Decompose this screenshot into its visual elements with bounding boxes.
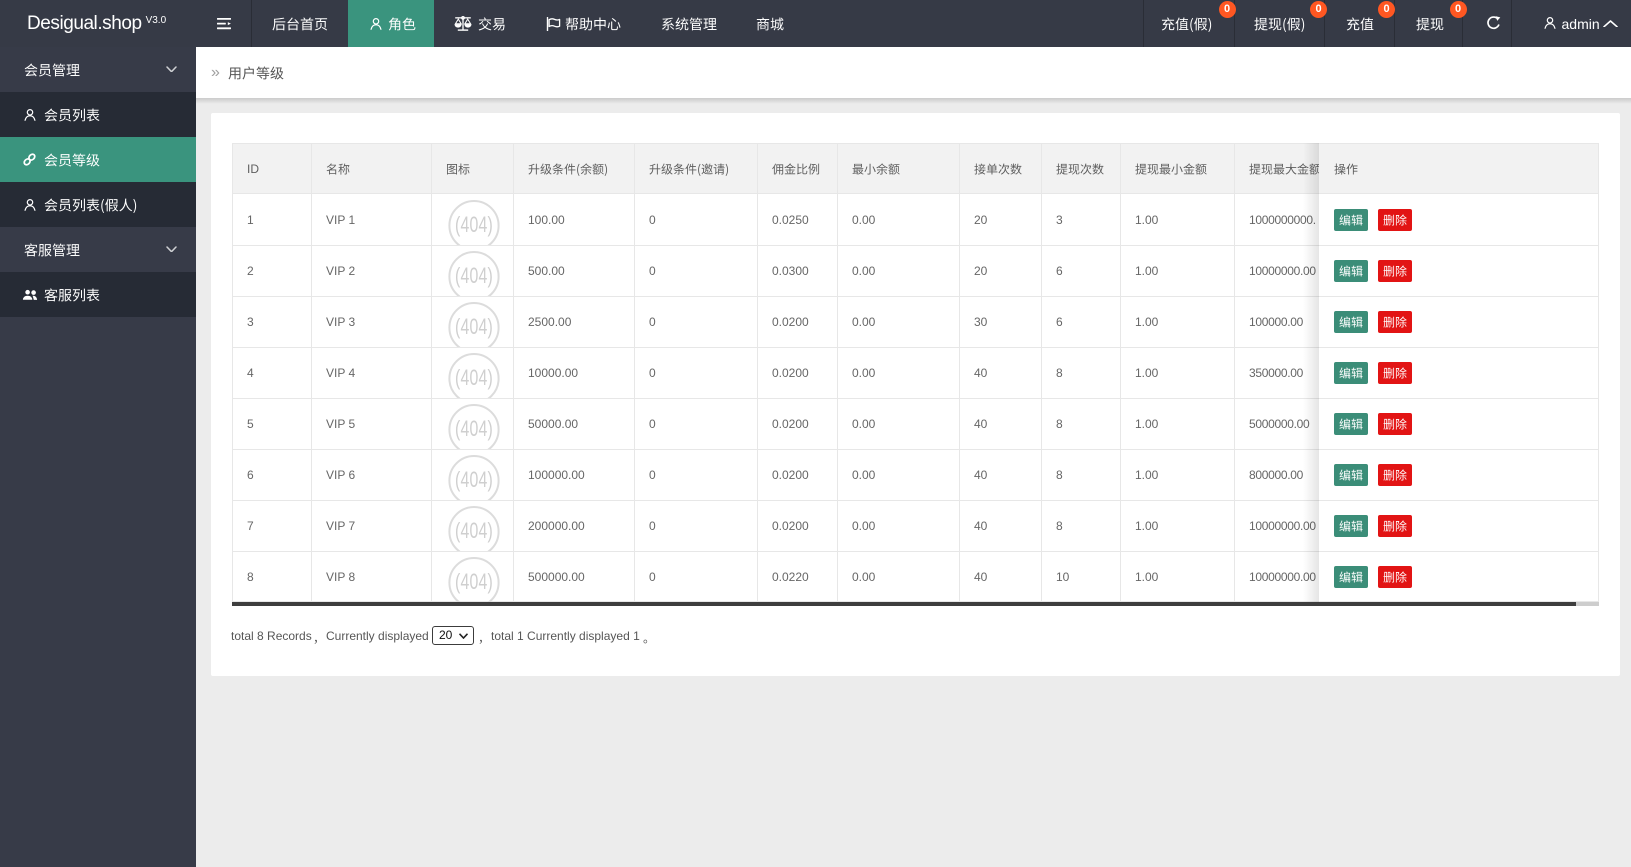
svg-text:(404): (404) — [455, 213, 493, 237]
svg-text:(404): (404) — [455, 417, 493, 441]
svg-text:(404): (404) — [455, 315, 493, 339]
svg-text:(404): (404) — [455, 519, 493, 543]
svg-text:(404): (404) — [455, 468, 493, 492]
svg-text:(404): (404) — [455, 366, 493, 390]
svg-text:(404): (404) — [455, 570, 493, 594]
svg-text:(404): (404) — [455, 264, 493, 288]
